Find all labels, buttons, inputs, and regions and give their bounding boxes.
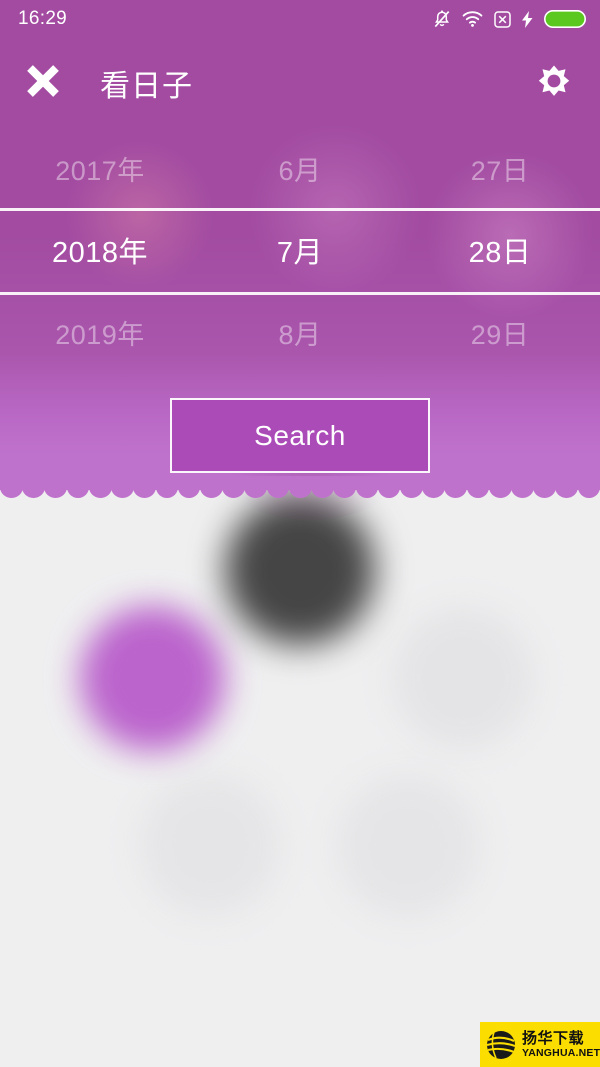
app-header: 看日子 [0,38,600,128]
settings-button[interactable] [526,55,582,111]
picker-year-previous[interactable]: 2017年 [0,149,200,188]
picker-row-previous[interactable]: 2017年 6月 27日 [0,128,600,208]
bell-mute-icon [433,9,451,29]
picker-row-selected[interactable]: 2018年 7月 28日 [0,210,600,290]
watermark-text: 扬华下载 YANGHUA.NET [522,1031,600,1059]
search-button[interactable]: Search [170,398,430,473]
picker-month-previous[interactable]: 6月 [200,149,400,188]
status-icon-group [433,9,586,29]
blurred-circle-purple [80,606,225,751]
watermark-en: YANGHUA.NET [522,1046,600,1059]
status-bar: 16:29 [0,0,600,38]
watermark-badge: 扬华下载 YANGHUA.NET [480,1022,600,1067]
close-button[interactable] [12,52,74,114]
x-box-icon [494,10,511,28]
picker-month-selected[interactable]: 7月 [200,229,400,271]
picker-day-selected[interactable]: 28日 [400,229,600,271]
picker-day-previous[interactable]: 27日 [400,149,600,188]
scalloped-edge [0,476,600,498]
picker-day-next[interactable]: 29日 [400,313,600,352]
status-clock: 16:29 [18,8,68,29]
picker-year-next[interactable]: 2019年 [0,313,200,352]
picker-month-next[interactable]: 8月 [200,313,400,352]
close-icon [23,61,63,106]
blurred-circle-bottom-right [337,775,479,917]
charging-bolt-icon [522,10,533,28]
date-picker[interactable]: 2017年 6月 27日 2018年 7月 28日 2019年 8月 29日 [0,128,600,380]
search-button-container: Search [0,398,600,473]
blurred-circle-dark [225,495,375,645]
watermark-cn: 扬华下载 [522,1029,585,1047]
picker-year-selected[interactable]: 2018年 [0,229,200,271]
gear-icon [531,58,577,109]
battery-icon [544,10,586,28]
globe-logo-icon [485,1029,517,1061]
picker-row-next[interactable]: 2019年 8月 29日 [0,292,600,372]
app-root: 16:29 看日子 2017年 6月 27日 2018年 7月 28日 2019… [0,0,600,1067]
blurred-circle-right [393,608,533,748]
page-title: 看日子 [100,70,193,103]
blurred-circle-bottom-left [140,775,280,915]
wifi-icon [462,11,483,27]
